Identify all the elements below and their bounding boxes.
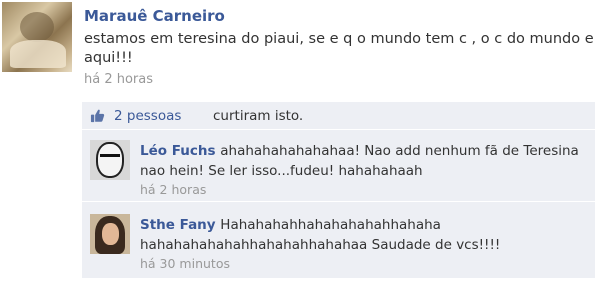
comment-item: Sthe Fany Hahahahahhahahahahahhahaha hah… xyxy=(82,206,595,276)
post-message: estamos em teresina do piaui, se e q o m… xyxy=(84,31,594,66)
comment-timestamp[interactable]: há 30 minutos xyxy=(140,256,585,271)
avatar-photo-detail xyxy=(20,12,54,42)
likes-text: curtiram isto. xyxy=(213,108,304,124)
thumbs-up-icon xyxy=(90,109,105,123)
feed-story: Marauê Carneiro estamos em teresina do p… xyxy=(0,0,600,281)
likers-link[interactable]: 2 pessoas xyxy=(114,108,181,124)
commenter-avatar[interactable] xyxy=(90,214,130,254)
commenter-avatar[interactable] xyxy=(90,140,130,180)
avatar-photo-detail xyxy=(100,154,120,158)
post-author-link[interactable]: Marauê Carneiro xyxy=(84,7,225,25)
avatar-photo-detail xyxy=(102,223,119,245)
comment-body: Léo Fuchs ahahahahahahahaa! Nao add nenh… xyxy=(140,140,585,197)
comment-body: Sthe Fany Hahahahahhahahahahahhahaha hah… xyxy=(140,214,585,271)
feedback-section: 2 pessoas curtiram isto. Léo Fuchs ahaha… xyxy=(82,102,595,278)
comment-author-link[interactable]: Léo Fuchs xyxy=(140,143,220,159)
avatar-photo-detail xyxy=(10,40,66,68)
author-avatar[interactable] xyxy=(2,2,72,72)
avatar-photo-detail xyxy=(96,142,124,178)
comment-author-link[interactable]: Sthe Fany xyxy=(140,217,220,233)
comment-timestamp[interactable]: há 2 horas xyxy=(140,182,585,197)
post-timestamp[interactable]: há 2 horas xyxy=(84,72,153,87)
likes-summary: 2 pessoas curtiram isto. xyxy=(82,102,595,130)
comment-item: Léo Fuchs ahahahahahahahaa! Nao add nenh… xyxy=(82,132,595,202)
